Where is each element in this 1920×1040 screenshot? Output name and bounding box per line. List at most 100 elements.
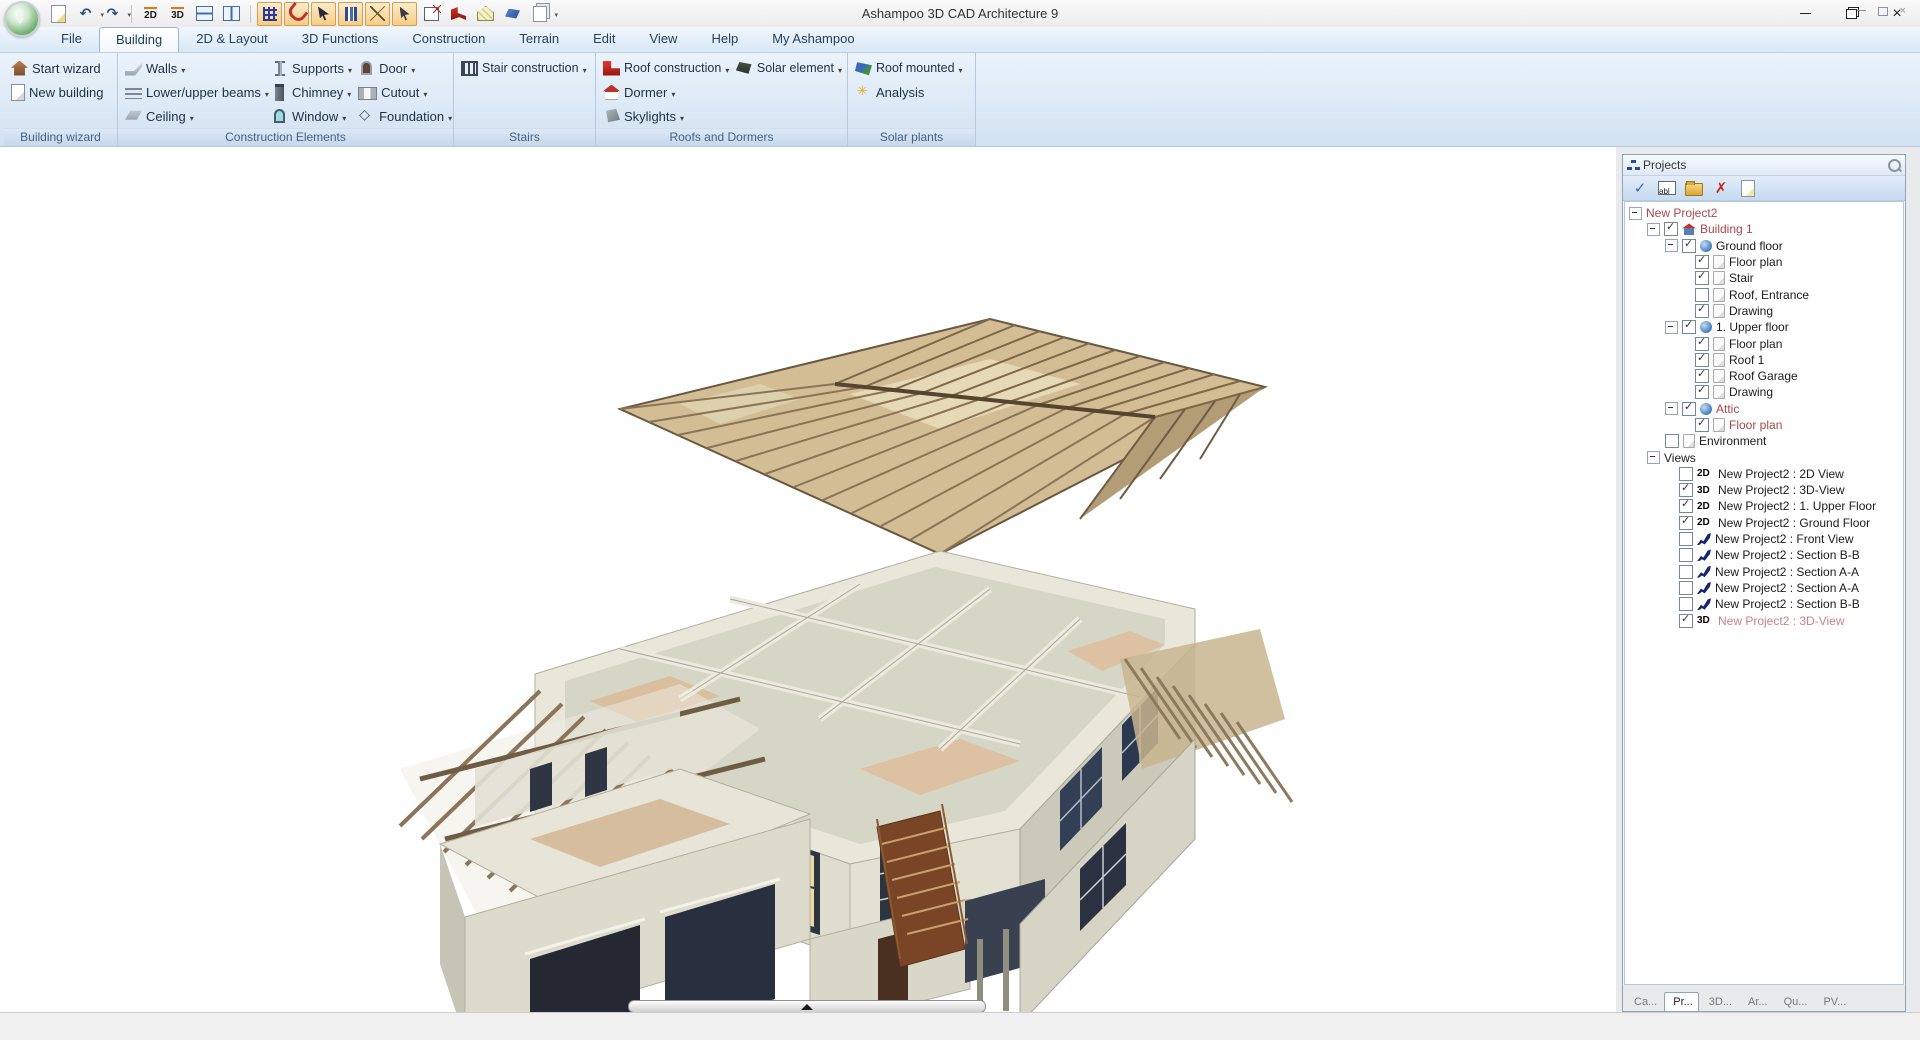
panel-toolbar-button[interactable] xyxy=(1685,180,1703,196)
visibility-checkbox[interactable] xyxy=(1695,255,1709,269)
dormer-button[interactable]: Dormer xyxy=(600,80,733,104)
tree-item[interactable]: New Project2 : Section B-B xyxy=(1625,596,1903,612)
tree-item[interactable]: Roof, Entrance xyxy=(1625,286,1903,302)
visibility-checkbox[interactable] xyxy=(1695,418,1709,432)
panel-tab[interactable]: Qu... xyxy=(1775,992,1814,1011)
visibility-checkbox[interactable] xyxy=(1695,385,1709,399)
visibility-checkbox[interactable] xyxy=(1679,499,1693,513)
ribbon-tab[interactable]: File xyxy=(44,26,99,52)
panel-toolbar-button[interactable] xyxy=(1658,180,1676,196)
toolbar-button[interactable] xyxy=(311,2,336,26)
collapse-expander-icon[interactable] xyxy=(1647,223,1660,236)
visibility-checkbox[interactable] xyxy=(1695,337,1709,351)
toolbar-button[interactable]: ▾ xyxy=(527,2,552,26)
visibility-checkbox[interactable] xyxy=(1665,434,1679,448)
visibility-checkbox[interactable] xyxy=(1679,597,1693,611)
tree-item[interactable]: Floor plan xyxy=(1625,335,1903,351)
tree-item[interactable]: Building 1 xyxy=(1625,221,1903,237)
panel-tab[interactable]: PV... xyxy=(1814,992,1852,1011)
3d-view-canvas[interactable] xyxy=(0,147,1616,1012)
projects-panel-header[interactable]: Projects xyxy=(1623,155,1905,176)
collapse-expander-icon[interactable] xyxy=(1629,207,1642,220)
panel-pin-icon[interactable] xyxy=(1888,159,1901,172)
visibility-checkbox[interactable] xyxy=(1695,271,1709,285)
toolbar-button[interactable]: ▾ xyxy=(73,2,98,26)
tree-item[interactable]: New Project2 xyxy=(1625,205,1903,221)
toolbar-button[interactable] xyxy=(257,2,282,26)
toolbar-button[interactable] xyxy=(138,2,163,26)
panel-toolbar-button[interactable] xyxy=(1739,180,1757,196)
dropdown-arrow-icon[interactable]: ▾ xyxy=(554,11,558,19)
collapse-expander-icon[interactable] xyxy=(1665,402,1678,415)
toolbar-button[interactable] xyxy=(219,2,244,26)
tree-item[interactable]: Floor plan xyxy=(1625,254,1903,270)
foundation-button[interactable]: Foundation xyxy=(355,104,451,128)
mdi-minimize-icon[interactable] xyxy=(1857,10,1866,11)
stair-construction-button[interactable]: Stair construction xyxy=(458,56,590,80)
tree-item[interactable]: Roof Garage xyxy=(1625,368,1903,384)
visibility-checkbox[interactable] xyxy=(1695,288,1709,302)
tree-item[interactable]: New Project2 : Front View xyxy=(1625,531,1903,547)
visibility-checkbox[interactable] xyxy=(1682,402,1696,416)
roof-construction-button[interactable]: Roof construction xyxy=(600,56,733,80)
toolbar-button[interactable] xyxy=(473,2,498,26)
visibility-checkbox[interactable] xyxy=(1679,581,1693,595)
start-wizard-button[interactable]: Start wizard xyxy=(8,56,106,80)
minimize-button[interactable] xyxy=(1782,0,1828,27)
tree-item[interactable]: New Project2 : Section A-A xyxy=(1625,580,1903,596)
tree-item[interactable]: Views xyxy=(1625,449,1903,465)
ribbon-tab[interactable]: Terrain xyxy=(502,26,576,52)
bottom-panel-collapse-handle[interactable] xyxy=(628,1000,986,1012)
app-logo-icon[interactable] xyxy=(4,1,40,37)
tree-item[interactable]: Environment xyxy=(1625,433,1903,449)
toolbar-button[interactable] xyxy=(500,2,525,26)
window-button[interactable]: Window xyxy=(268,104,355,128)
toolbar-button[interactable] xyxy=(284,2,309,26)
collapse-expander-icon[interactable] xyxy=(1665,321,1678,334)
ribbon-tab[interactable]: View xyxy=(633,26,695,52)
collapse-expander-icon[interactable] xyxy=(1665,239,1678,252)
solar-element-button[interactable]: Solar element xyxy=(733,56,845,80)
panel-toolbar-button[interactable] xyxy=(1712,180,1730,196)
toolbar-button[interactable] xyxy=(165,2,190,26)
tree-item[interactable]: Floor plan xyxy=(1625,417,1903,433)
visibility-checkbox[interactable] xyxy=(1695,304,1709,318)
tree-item[interactable]: Attic xyxy=(1625,401,1903,417)
tree-item[interactable]: New Project2 : Section A-A xyxy=(1625,564,1903,580)
tree-item[interactable]: 1. Upper floor xyxy=(1625,319,1903,335)
panel-tab[interactable]: Pr... xyxy=(1664,992,1699,1011)
visibility-checkbox[interactable] xyxy=(1695,353,1709,367)
tree-item[interactable]: Drawing xyxy=(1625,303,1903,319)
toolbar-button[interactable] xyxy=(338,2,363,26)
tree-item[interactable]: New Project2 : Section B-B xyxy=(1625,547,1903,563)
door-button[interactable]: Door xyxy=(355,56,451,80)
exploded-house-model[interactable] xyxy=(380,299,1300,1012)
analysis-button[interactable]: Analysis xyxy=(852,80,966,104)
toolbar-button[interactable] xyxy=(392,2,417,26)
supports-button[interactable]: Supports xyxy=(268,56,355,80)
new-building-button[interactable]: New building xyxy=(8,80,106,104)
toolbar-button[interactable] xyxy=(419,2,444,26)
tree-item[interactable]: Ground floor xyxy=(1625,238,1903,254)
visibility-checkbox[interactable] xyxy=(1679,548,1693,562)
dropdown-arrow-icon[interactable]: ▾ xyxy=(127,11,131,19)
skylights-button[interactable]: Skylights xyxy=(600,104,733,128)
lower-upper-beams-button[interactable]: Lower/upper beams xyxy=(122,80,268,104)
visibility-checkbox[interactable] xyxy=(1695,369,1709,383)
tree-item[interactable]: 3D New Project2 : 3D-View xyxy=(1625,612,1903,628)
ribbon-tab[interactable]: 2D & Layout xyxy=(179,26,285,52)
tree-item[interactable]: Stair xyxy=(1625,270,1903,286)
visibility-checkbox[interactable] xyxy=(1682,320,1696,334)
ceiling-button[interactable]: Ceiling xyxy=(122,104,268,128)
tree-item[interactable]: Roof 1 xyxy=(1625,352,1903,368)
ribbon-tab[interactable]: Edit xyxy=(576,26,632,52)
panel-tab[interactable]: Ar... xyxy=(1739,992,1774,1011)
toolbar-button[interactable]: ▾ xyxy=(100,2,125,26)
toolbar-button[interactable] xyxy=(365,2,390,26)
visibility-checkbox[interactable] xyxy=(1679,532,1693,546)
visibility-checkbox[interactable] xyxy=(1664,222,1678,236)
toolbar-button[interactable] xyxy=(46,2,71,26)
panel-toolbar-button[interactable] xyxy=(1631,180,1649,196)
collapse-expander-icon[interactable] xyxy=(1647,451,1660,464)
panel-tab[interactable]: Ca... xyxy=(1625,992,1663,1011)
